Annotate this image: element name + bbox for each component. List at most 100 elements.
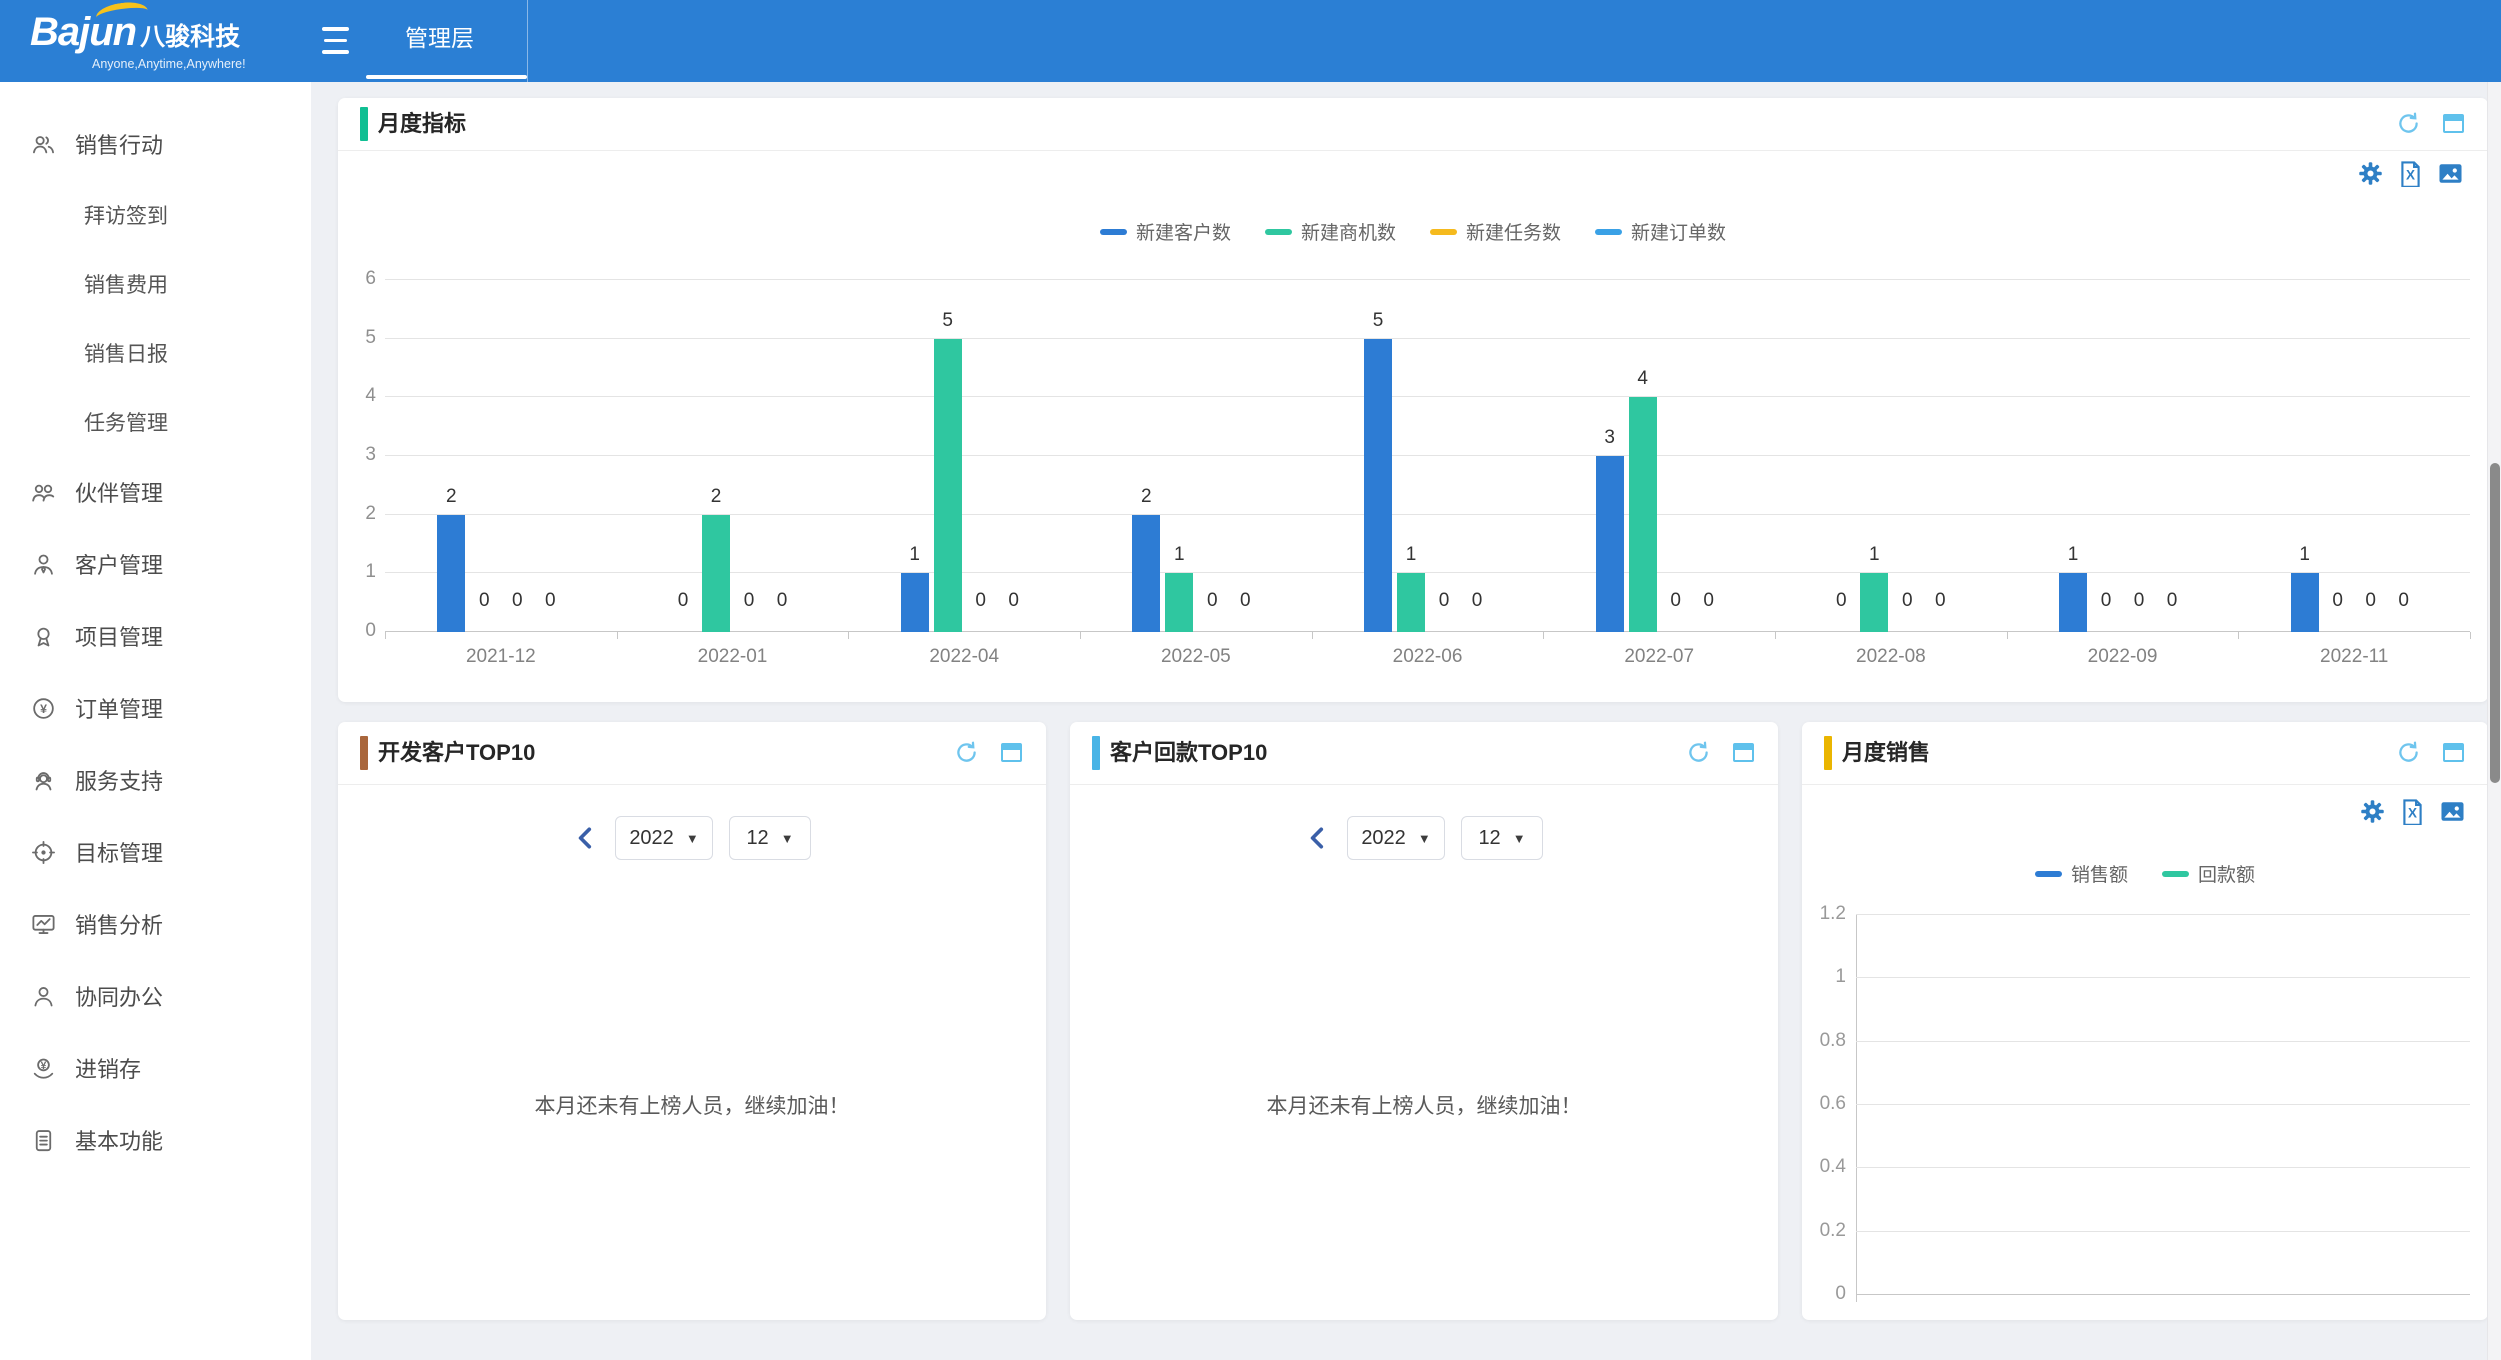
previous-month-chevron-icon[interactable] xyxy=(573,825,599,851)
legend-item[interactable]: 销售额 xyxy=(2035,860,2128,887)
bar-新建商机数[interactable] xyxy=(702,515,730,632)
refresh-icon[interactable] xyxy=(2396,740,2421,765)
legend-label: 回款额 xyxy=(2198,860,2255,887)
previous-month-chevron-icon[interactable] xyxy=(1305,825,1331,851)
bar-value-label: 0 xyxy=(1439,590,1450,612)
sidebar-item-target[interactable]: 目标管理 xyxy=(0,816,311,888)
bar-新建客户数[interactable] xyxy=(901,573,929,632)
bar-slot: 0 xyxy=(502,280,532,632)
bar-新建商机数[interactable] xyxy=(934,339,962,632)
save-image-icon[interactable] xyxy=(2439,798,2466,825)
legend-item[interactable]: 新建任务数 xyxy=(1430,218,1561,245)
save-image-icon[interactable] xyxy=(2437,160,2464,187)
y-axis-line xyxy=(1856,915,1857,1302)
bar-value-label: 2 xyxy=(1141,486,1152,508)
sidebar-item-partners[interactable]: 伙伴管理 xyxy=(0,456,311,528)
year-value: 2022 xyxy=(629,827,674,850)
bar-slot: 0 xyxy=(668,280,698,632)
bar-新建客户数[interactable] xyxy=(437,515,465,632)
legend-item[interactable]: 回款额 xyxy=(2162,860,2255,887)
bar-新建客户数[interactable] xyxy=(1596,456,1624,632)
sidebar-item-sales-action[interactable]: 销售行动 xyxy=(0,108,311,180)
window-maximize-icon[interactable] xyxy=(1733,743,1754,762)
bar-slot: 0 xyxy=(1694,280,1724,632)
bar-新建商机数[interactable] xyxy=(1397,573,1425,632)
sidebar-item-office[interactable]: 协同办公 xyxy=(0,960,311,1032)
refresh-icon[interactable] xyxy=(1686,740,1711,765)
legend-label: 新建客户数 xyxy=(1136,218,1231,245)
sidebar-item-customer[interactable]: 客户管理 xyxy=(0,528,311,600)
year-select[interactable]: 2022▼ xyxy=(615,816,713,860)
window-maximize-icon[interactable] xyxy=(2443,114,2464,133)
sidebar-item-service[interactable]: 服务支持 xyxy=(0,744,311,816)
export-excel-icon[interactable]: X xyxy=(2397,160,2424,187)
y-tick-label: 4 xyxy=(338,385,376,407)
bar-value-label: 0 xyxy=(1902,590,1913,612)
bar-新建商机数[interactable] xyxy=(1165,573,1193,632)
sidebar-item-inventory[interactable]: ¥进销存 xyxy=(0,1032,311,1104)
brand-logo[interactable]: Bajun 八骏科技 Anyone,Anytime,Anywhere! xyxy=(30,10,280,74)
bar-新建客户数[interactable] xyxy=(1364,339,1392,632)
window-maximize-icon[interactable] xyxy=(2443,743,2464,762)
legend-item[interactable]: 新建商机数 xyxy=(1265,218,1396,245)
sales-line-chart xyxy=(1856,915,2470,1295)
bar-新建客户数[interactable] xyxy=(2059,573,2087,632)
sidebar-subitem[interactable]: 任务管理 xyxy=(0,387,311,456)
scrollbar-thumb[interactable] xyxy=(2490,463,2500,783)
sidebar-item-project[interactable]: 项目管理 xyxy=(0,600,311,672)
bar-value-label: 0 xyxy=(1935,590,1946,612)
x-tick-label: 2021-12 xyxy=(385,646,617,668)
gridline xyxy=(1856,1231,2470,1232)
sidebar-subitem[interactable]: 销售费用 xyxy=(0,249,311,318)
bar-value-label: 1 xyxy=(909,544,920,566)
y-tick-label: 0.6 xyxy=(1802,1093,1846,1115)
sidebar-item-order[interactable]: ¥订单管理 xyxy=(0,672,311,744)
settings-gear-icon[interactable] xyxy=(2357,160,2384,187)
bar-新建商机数[interactable] xyxy=(1629,397,1657,632)
sidebar-subitem[interactable]: 拜访签到 xyxy=(0,180,311,249)
year-select[interactable]: 2022▼ xyxy=(1347,816,1445,860)
refresh-icon[interactable] xyxy=(2396,111,2421,136)
sidebar-item-document[interactable]: 基本功能 xyxy=(0,1104,311,1176)
x-axis-tick xyxy=(385,632,386,639)
x-axis-tick xyxy=(1543,632,1544,639)
window-maximize-icon[interactable] xyxy=(1001,743,1022,762)
tab-management[interactable]: 管理层 xyxy=(352,0,528,82)
legend-item[interactable]: 新建客户数 xyxy=(1100,218,1231,245)
legend-label: 新建订单数 xyxy=(1631,218,1726,245)
sidebar-item-label: 服务支持 xyxy=(75,764,163,796)
month-select[interactable]: 12▼ xyxy=(1461,816,1543,860)
month-select[interactable]: 12▼ xyxy=(729,816,811,860)
sales-action-icon xyxy=(30,131,57,158)
bar-slot: 5 xyxy=(1363,280,1393,632)
bar-slot: 0 xyxy=(1230,280,1260,632)
bar-value-label: 0 xyxy=(975,590,986,612)
bar-value-label: 1 xyxy=(1174,544,1185,566)
bar-slot: 2 xyxy=(1131,280,1161,632)
refresh-icon[interactable] xyxy=(954,740,979,765)
year-value: 2022 xyxy=(1361,827,1406,850)
legend-color-dash xyxy=(1100,229,1127,235)
bar-新建客户数[interactable] xyxy=(2291,573,2319,632)
bar-slot: 0 xyxy=(1197,280,1227,632)
bar-slot: 0 xyxy=(1892,280,1922,632)
x-axis-tick xyxy=(1080,632,1081,639)
empty-list-message: 本月还未有上榜人员，继续加油！ xyxy=(338,1090,1046,1120)
bar-新建商机数[interactable] xyxy=(1860,573,1888,632)
x-axis-tick xyxy=(2007,632,2008,639)
gridline xyxy=(1856,1104,2470,1105)
card-title: 月度销售 xyxy=(1842,722,1930,784)
export-excel-icon[interactable]: X xyxy=(2399,798,2426,825)
bar-新建客户数[interactable] xyxy=(1132,515,1160,632)
vertical-scrollbar[interactable] xyxy=(2487,82,2501,1360)
sidebar-subitem[interactable]: 销售日报 xyxy=(0,318,311,387)
settings-gear-icon[interactable] xyxy=(2359,798,2386,825)
bar-slot: 3 xyxy=(1595,280,1625,632)
chart-toolbox: X xyxy=(2357,160,2464,187)
bar-slot: 0 xyxy=(734,280,764,632)
bar-slot: 1 xyxy=(1859,280,1889,632)
card-dev-customers-top10: 开发客户TOP10 2022▼ 12▼ 本月还未有上榜人员，继续加油！ xyxy=(338,722,1046,1320)
menu-toggle-icon[interactable] xyxy=(322,27,349,54)
sidebar-item-analysis[interactable]: 销售分析 xyxy=(0,888,311,960)
legend-item[interactable]: 新建订单数 xyxy=(1595,218,1726,245)
